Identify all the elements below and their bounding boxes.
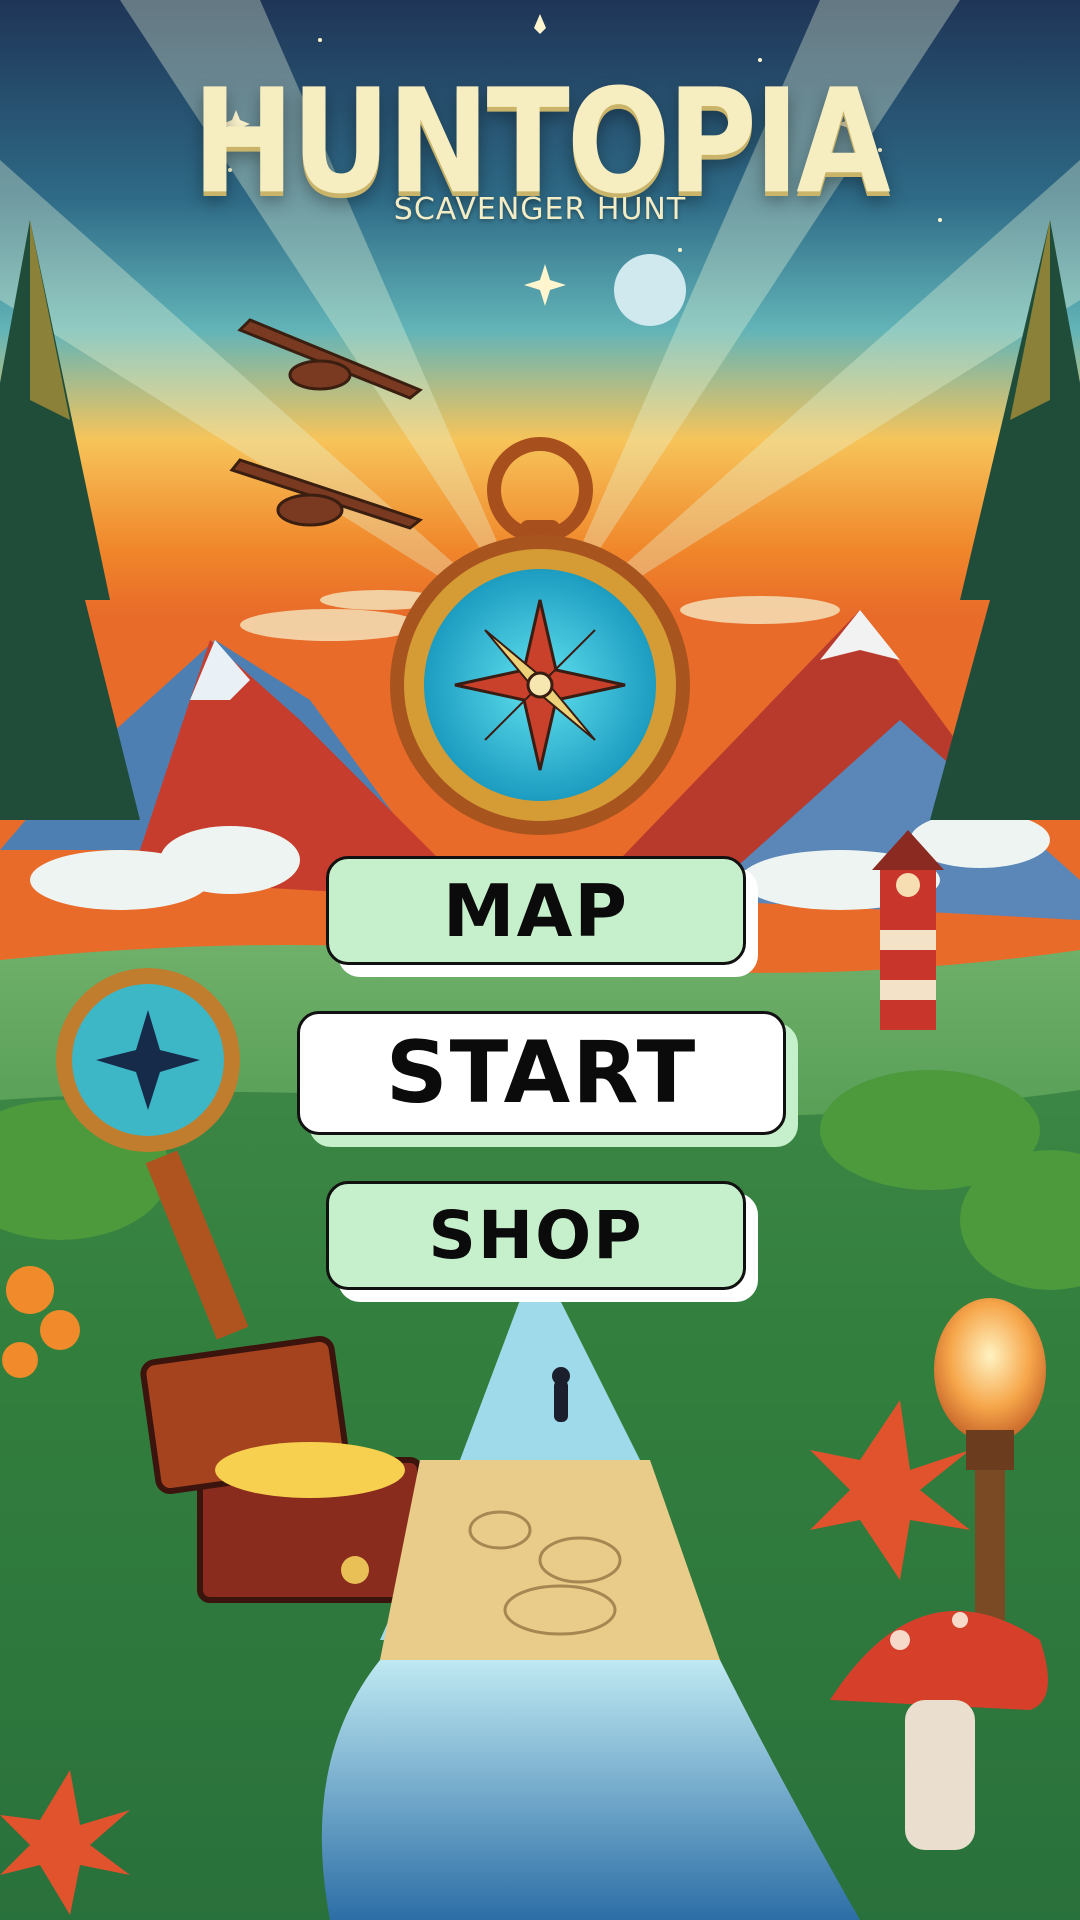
shop-button-label: SHOP — [428, 1197, 644, 1274]
start-button[interactable]: START — [297, 1011, 786, 1135]
moon-icon — [614, 254, 686, 326]
lighthouse-icon — [872, 830, 944, 1030]
start-button-label: START — [385, 1023, 698, 1123]
map-button[interactable]: MAP — [326, 856, 746, 965]
shop-button[interactable]: SHOP — [326, 1181, 746, 1290]
game-subtitle: SCAVENGER HUNT — [393, 192, 687, 227]
map-button-label: MAP — [442, 868, 630, 953]
